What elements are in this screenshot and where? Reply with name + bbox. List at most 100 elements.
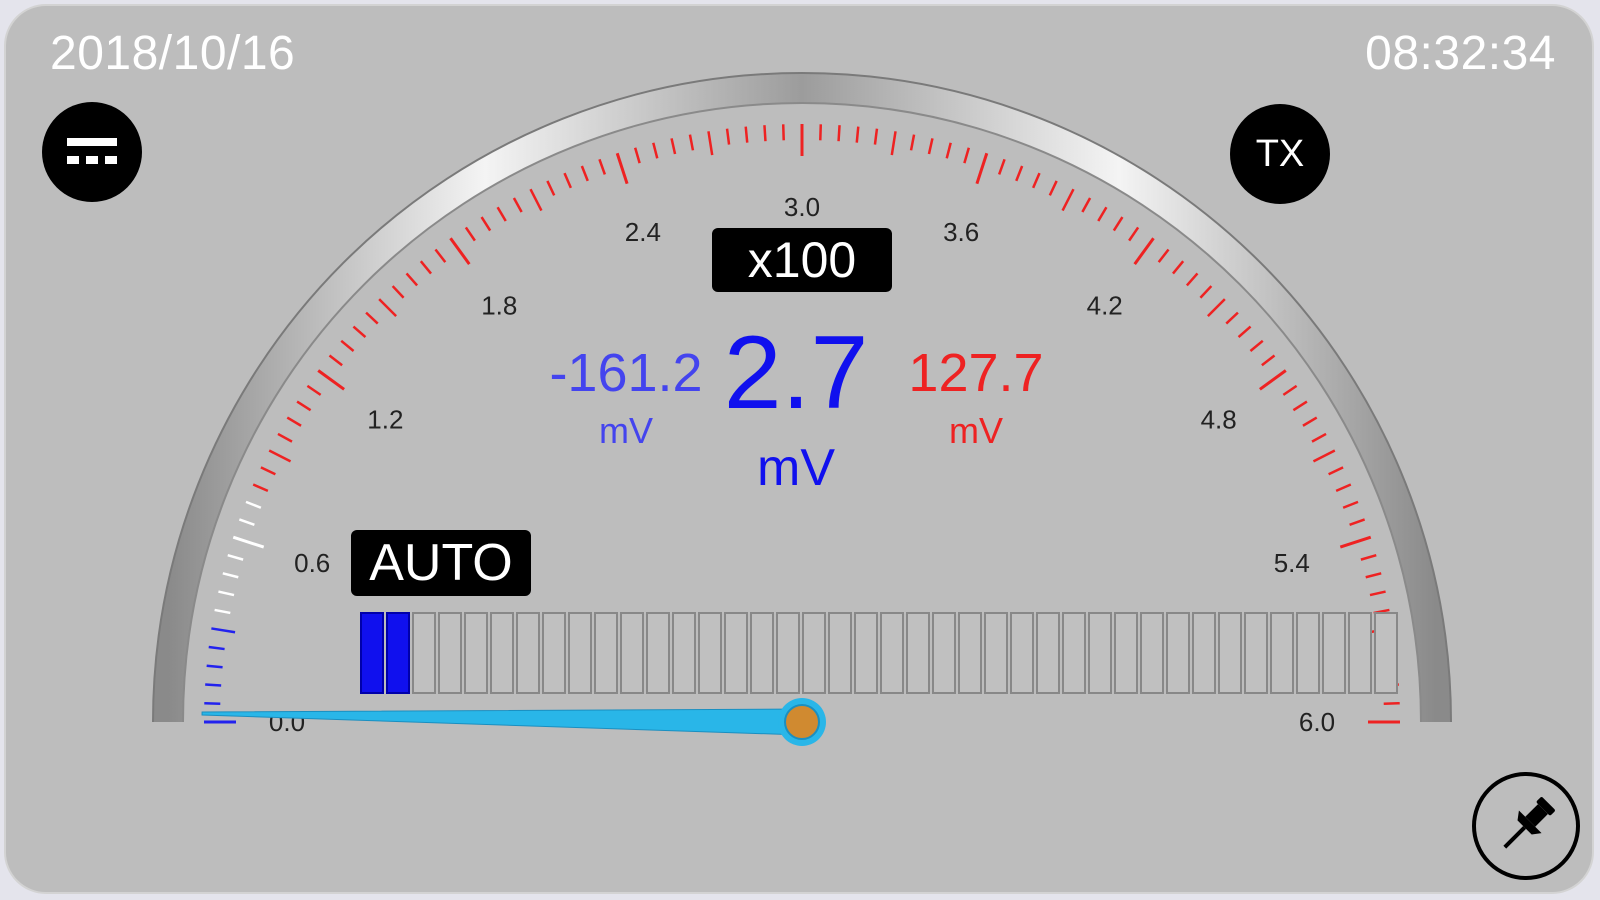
gauge-tick: [975, 152, 989, 185]
gauge-tick: [1185, 272, 1199, 287]
auto-range-badge[interactable]: AUTO: [351, 530, 531, 596]
gauge-tick: [245, 500, 262, 509]
gauge-tick: [268, 449, 292, 463]
gauge-tick: [1349, 518, 1366, 527]
bargraph-segment: [1192, 612, 1216, 694]
gauge-tick: [206, 664, 223, 669]
gauge-tick: [855, 126, 860, 143]
gauge-scale-label: 1.8: [481, 290, 517, 320]
gauge-tick: [1015, 165, 1024, 182]
gauge-tick: [1292, 400, 1308, 412]
gauge-tick: [927, 138, 934, 155]
gauge-tick: [1128, 226, 1140, 242]
gauge-tick: [615, 152, 629, 185]
bargraph-segment: [1062, 612, 1086, 694]
bargraph-segment: [568, 612, 592, 694]
bargraph-segment: [958, 612, 982, 694]
main-reading-value: 2.7: [723, 315, 869, 431]
bargraph-segment: [854, 612, 878, 694]
gauge-tick: [277, 432, 293, 443]
gauge-tick: [1383, 701, 1400, 705]
gauge-tick: [496, 206, 507, 222]
gauge-tick: [670, 138, 677, 155]
bargraph-segment: [412, 612, 436, 694]
bargraph-segment: [906, 612, 930, 694]
gauge-tick: [238, 518, 255, 527]
gauge-tick: [1048, 180, 1058, 196]
gauge-tick: [598, 158, 607, 175]
bargraph-segment: [1244, 612, 1268, 694]
bargraph-segment: [464, 612, 488, 694]
bargraph-segment: [438, 612, 462, 694]
tx-button[interactable]: TX: [1230, 104, 1330, 204]
gauge-tick: [286, 416, 302, 427]
menu-icon: [67, 138, 117, 164]
gauge-tick: [378, 298, 398, 318]
bargraph-segment: [750, 612, 774, 694]
menu-button[interactable]: [42, 102, 142, 202]
bargraph-segment: [386, 612, 410, 694]
date-display: 2018/10/16: [50, 27, 296, 80]
bargraph-segment: [828, 612, 852, 694]
meter-panel: 0.0 0.6 1.2 1.8 2.4 3.0 3.6 4.2 4.8 5.4 6.0 2018/1…: [4, 4, 1594, 894]
bargraph-segment: [1270, 612, 1294, 694]
pin-button[interactable]: [1472, 772, 1580, 880]
bargraph-segment: [1036, 612, 1060, 694]
bargraph-segment: [542, 612, 566, 694]
gauge-tick: [205, 683, 222, 687]
bargraph-segment: [1010, 612, 1034, 694]
bargraph-segment: [776, 612, 800, 694]
gauge-tick: [909, 134, 916, 151]
gauge-tick: [1061, 188, 1075, 212]
gauge-tick: [296, 400, 312, 412]
bargraph-segment: [1374, 612, 1398, 694]
gauge-tick: [328, 354, 343, 367]
bargraph-segment: [360, 612, 384, 694]
gauge-tick: [1237, 325, 1252, 339]
gauge-tick: [211, 627, 236, 634]
gauge-tick: [1312, 449, 1336, 463]
gauge-tick: [252, 483, 269, 493]
bargraph-segment: [490, 612, 514, 694]
gauge-tick: [633, 147, 641, 164]
gauge-tick: [744, 126, 749, 143]
bargraph-segment: [802, 612, 826, 694]
gauge-tick: [204, 701, 221, 705]
bargraph-segment: [516, 612, 540, 694]
gauge-tick: [391, 285, 405, 299]
gauge-tick: [1339, 535, 1372, 549]
gauge-tick: [837, 125, 841, 142]
gauge-scale-label: 4.8: [1201, 404, 1237, 434]
gauge-tick: [1261, 354, 1276, 367]
bargraph-segment: [880, 612, 904, 694]
gauge-tick: [449, 237, 471, 265]
gauge-tick: [214, 608, 231, 615]
bargraph-segment: [594, 612, 618, 694]
bargraph-segment: [646, 612, 670, 694]
gauge-tick: [1199, 285, 1213, 299]
gauge-tick: [1328, 466, 1344, 476]
bargraph-segment: [984, 612, 1008, 694]
gauge-tick: [1172, 260, 1185, 275]
gauge-tick: [1302, 416, 1318, 427]
main-reading-unit: mV: [757, 439, 835, 497]
gauge-tick: [317, 369, 345, 391]
gauge-tick: [512, 197, 523, 213]
gauge-tick: [529, 188, 543, 212]
gauge-tick: [707, 131, 714, 156]
gauge-tick: [1259, 369, 1287, 391]
gauge-tick: [1311, 432, 1327, 443]
gauge-tick: [997, 158, 1006, 175]
bargraph-segment: [1296, 612, 1320, 694]
gauge-tick: [419, 260, 432, 275]
gauge-tick: [963, 147, 971, 164]
gauge-tick: [1133, 237, 1155, 265]
gauge-tick: [1157, 248, 1170, 263]
time-display: 08:32:34: [1365, 27, 1556, 80]
gauge-tick: [1097, 206, 1108, 222]
gauge-tick: [260, 466, 276, 476]
gauge-tick: [227, 553, 244, 561]
bargraph-segment: [932, 612, 956, 694]
bargraph-segment: [1140, 612, 1164, 694]
gauge-tick: [1081, 197, 1092, 213]
